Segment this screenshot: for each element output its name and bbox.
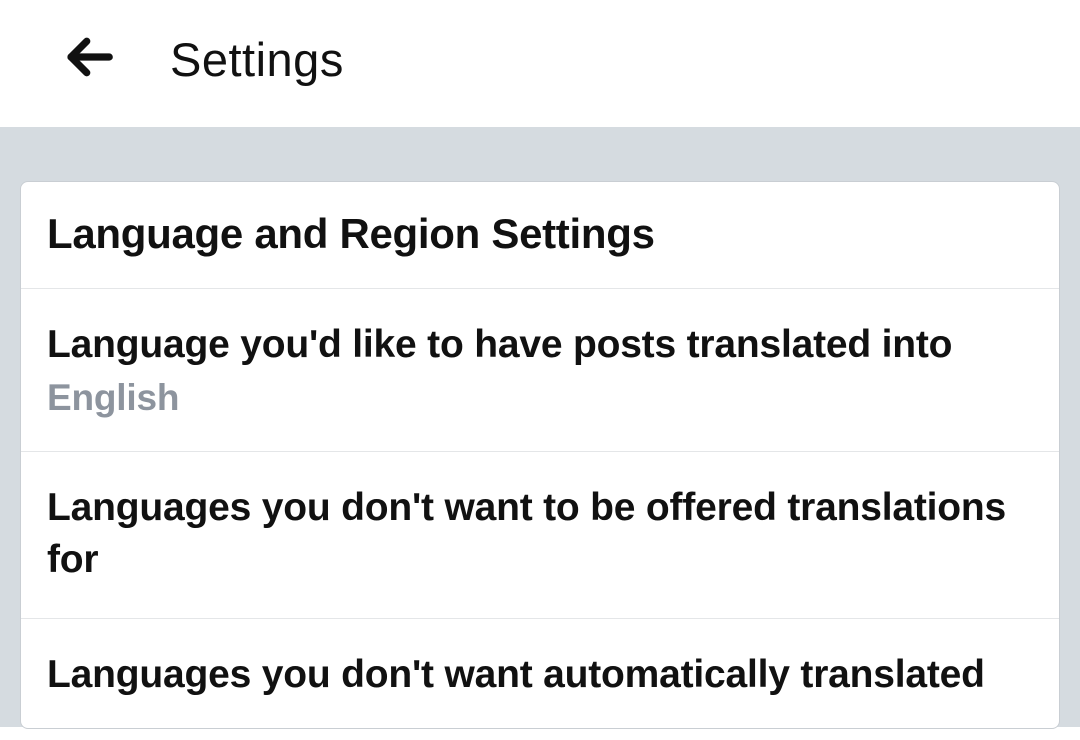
section-title: Language and Region Settings <box>47 210 1033 258</box>
content-area: Language and Region Settings Language yo… <box>0 129 1080 727</box>
setting-label: Languages you don't want automatically t… <box>47 649 1033 701</box>
setting-translate-into[interactable]: Language you'd like to have posts transl… <box>21 289 1059 452</box>
page-title: Settings <box>170 32 344 87</box>
setting-value: English <box>47 377 1033 419</box>
setting-no-offer-translations[interactable]: Languages you don't want to be offered t… <box>21 452 1059 619</box>
card-header: Language and Region Settings <box>21 182 1059 289</box>
setting-label: Languages you don't want to be offered t… <box>47 482 1033 586</box>
setting-no-auto-translate[interactable]: Languages you don't want automatically t… <box>21 619 1059 729</box>
setting-label: Language you'd like to have posts transl… <box>47 319 1033 371</box>
arrow-left-icon <box>62 30 116 89</box>
back-button[interactable] <box>62 30 116 89</box>
settings-card: Language and Region Settings Language yo… <box>20 181 1060 729</box>
header-bar: Settings <box>0 0 1080 129</box>
